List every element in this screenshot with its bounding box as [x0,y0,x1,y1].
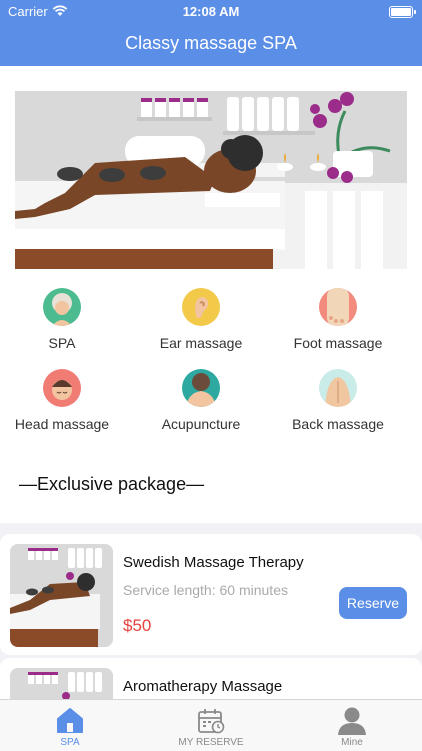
package-list[interactable]: Swedish Massage Therapy Service length: … [0,523,422,700]
package-thumbnail [10,544,113,647]
tab-label: MY RESERVE [178,737,244,748]
home-icon [57,708,83,733]
calendar-icon [198,709,225,734]
back-icon [319,369,357,407]
head-icon [43,369,81,407]
package-name: Aromatherapy Massage [123,678,283,695]
tab-label: Mine [341,737,363,748]
package-card[interactable]: Swedish Massage Therapy Service length: … [0,534,422,655]
category-label: Head massage [14,416,110,432]
category-label: Ear massage [159,335,243,351]
category-ear-massage[interactable]: Ear massage [131,288,271,351]
category-foot-massage[interactable]: Foot massage [268,288,408,351]
spa-face-icon [43,288,81,326]
neck-icon [182,369,220,407]
tab-label: SPA [60,737,80,748]
section-title: —Exclusive package— [19,474,205,494]
category-label: SPA [48,335,76,351]
tab-bar: SPA MY RESERVE Mine [0,699,422,751]
category-spa[interactable]: SPA [0,288,132,351]
category-back-massage[interactable]: Back massage [268,369,408,432]
package-card[interactable]: Aromatherapy Massage [0,658,422,700]
reserve-button[interactable]: Reserve [339,587,407,619]
category-head-massage[interactable]: Head massage [0,369,132,432]
tab-mine[interactable]: Mine [282,700,422,751]
category-label: Foot massage [293,335,383,351]
battery-icon [389,6,416,18]
person-icon [338,707,366,735]
package-thumbnail [10,668,113,700]
package-price: $50 [123,616,152,635]
ear-icon [182,288,220,326]
tab-spa[interactable]: SPA [0,700,140,751]
status-bar: Carrier 12:08 AM [0,3,422,21]
category-acupuncture[interactable]: Acupuncture [131,369,271,432]
package-name: Swedish Massage Therapy [123,554,304,571]
category-label: Back massage [292,416,384,432]
clock: 12:08 AM [182,4,240,19]
page-title: Classy massage SPA [125,33,297,53]
hero-banner-image [15,91,407,269]
service-length: Service length: 60 minutes [123,582,288,598]
category-label: Acupuncture [161,416,241,432]
foot-icon [319,288,357,326]
tab-my-reserve[interactable]: MY RESERVE [141,700,281,751]
navigation-bar: Carrier 12:08 AM Classy massage SPA [0,0,422,66]
